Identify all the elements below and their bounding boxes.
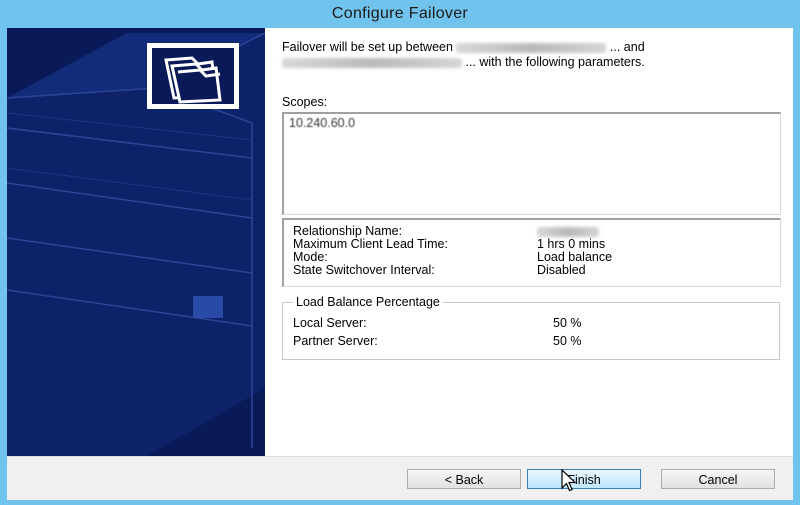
partner-server-percent: 50 % xyxy=(553,334,582,348)
wizard-banner xyxy=(7,28,265,456)
intro-line1-prefix: Failover will be set up between xyxy=(282,40,453,54)
list-item[interactable]: 10.240.60.0 xyxy=(289,116,355,130)
redacted-relationship-name xyxy=(537,226,599,237)
redacted-server-1 xyxy=(456,42,607,53)
back-button[interactable]: < Back xyxy=(407,469,521,489)
cancel-button[interactable]: Cancel xyxy=(661,469,775,489)
param-value: Disabled xyxy=(537,263,586,277)
local-server-percent: 50 % xyxy=(553,316,582,330)
param-row-switchover: State Switchover Interval: Disabled xyxy=(284,264,780,277)
intro-text: Failover will be set up between ... and … xyxy=(282,40,772,70)
param-row-lead-time: Maximum Client Lead Time: 1 hrs 0 mins xyxy=(284,238,780,251)
intro-line2-suffix: ... with the following parameters. xyxy=(465,55,645,69)
parameters-summary[interactable]: Relationship Name: Maximum Client Lead T… xyxy=(282,218,781,287)
mouse-pointer-icon xyxy=(561,469,577,492)
dialog-client-area: Failover will be set up between ... and … xyxy=(7,28,793,500)
wizard-content: Failover will be set up between ... and … xyxy=(265,28,793,456)
load-balance-legend: Load Balance Percentage xyxy=(293,295,443,309)
footer-divider xyxy=(7,456,793,457)
redacted-server-2 xyxy=(282,57,462,68)
scopes-label: Scopes: xyxy=(282,95,328,109)
load-balance-group: Load Balance Percentage Local Server: 50… xyxy=(282,295,780,360)
dialog-window: Configure Failover Failover will be set … xyxy=(0,0,800,505)
param-key: State Switchover Interval: xyxy=(293,263,435,277)
wizard-logo xyxy=(147,43,239,109)
scopes-listbox[interactable]: 10.240.60.0 xyxy=(282,112,781,215)
intro-line1-suffix: ... and xyxy=(609,40,645,54)
finish-button[interactable]: Finish xyxy=(527,469,641,489)
folders-icon xyxy=(164,56,222,104)
partner-server-label: Partner Server: xyxy=(293,334,378,348)
window-title: Configure Failover xyxy=(331,5,469,22)
local-server-label: Local Server: xyxy=(293,316,367,330)
